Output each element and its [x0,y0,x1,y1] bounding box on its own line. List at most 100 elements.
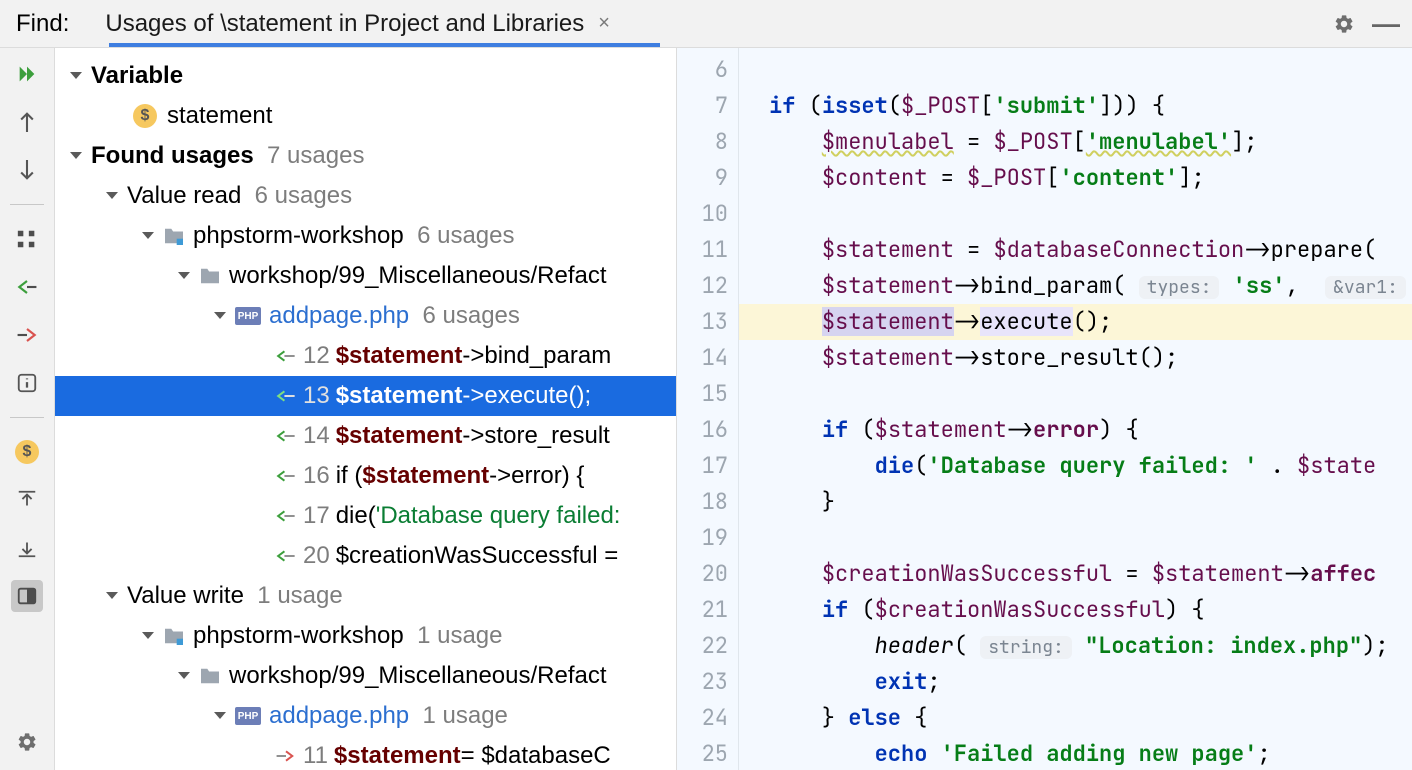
next-occurrence-icon[interactable] [11,154,43,186]
chevron-down-icon[interactable] [101,585,123,607]
chevron-down-icon[interactable] [209,305,231,327]
variable-name: statement [167,102,272,130]
line-number: 11 [303,742,328,770]
preview-icon[interactable] [11,580,43,612]
usage-var: $statement [336,422,463,450]
usage-row[interactable]: 11 $statement = $databaseC [55,736,676,770]
php-file-icon: PHP [235,707,261,725]
group-by-icon[interactable] [11,223,43,255]
read-arrow-icon [275,468,297,484]
tree-node-file-write[interactable]: PHP addpage.php 1 usage [55,696,676,736]
expand-all-icon[interactable] [11,484,43,516]
minimize-icon[interactable]: — [1372,10,1400,38]
php-file-icon: PHP [235,307,261,325]
tree-node-project-write[interactable]: phpstorm-workshop 1 usage [55,616,676,656]
folder-icon [163,627,185,645]
tree-node-project-read[interactable]: phpstorm-workshop 6 usages [55,216,676,256]
tab-title: Usages of \statement in Project and Libr… [105,10,584,38]
chevron-down-icon[interactable] [65,65,87,87]
usage-row[interactable]: 17 die('Database query failed: [55,496,676,536]
usage-var: $statement [336,382,463,410]
usage-row[interactable]: 12 $statement->bind_param [55,336,676,376]
project-name: phpstorm-workshop [193,222,404,250]
value-write-count: 1 usage [257,582,342,610]
dollar-icon[interactable]: $ [11,436,43,468]
usage-var: $statement [362,462,489,490]
line-number: 13 [303,382,330,410]
usage-str: 'Database query failed: [376,502,621,530]
value-read-count: 6 usages [255,182,352,210]
file-read-count: 6 usages [423,302,520,330]
project-read-count: 6 usages [417,222,514,250]
usage-var: $statement [334,742,461,770]
usage-rest: ->error) { [489,462,584,490]
tree-node-found-usages[interactable]: Found usages 7 usages [55,136,676,176]
project-write-count: 1 usage [417,622,502,650]
chevron-down-icon[interactable] [65,145,87,167]
find-usages-tool-window: Find: Usages of \statement in Project an… [0,0,1412,770]
found-usages-count: 7 usages [267,142,364,170]
chevron-down-icon[interactable] [173,265,195,287]
chevron-down-icon[interactable] [137,225,159,247]
close-tab-icon[interactable]: × [598,12,610,35]
usage-rest: ->bind_param [462,342,611,370]
value-write-label: Value write [127,582,244,610]
chevron-down-icon[interactable] [101,185,123,207]
usage-row[interactable]: 16 if ($statement->error) { [55,456,676,496]
found-usages-label: Found usages [91,142,254,170]
file-name: addpage.php [269,302,409,330]
code-area[interactable]: if (isset($_POST['submit'])) { $menulabe… [739,48,1412,770]
folder-icon [199,667,221,685]
usage-row[interactable]: 20 $creationWasSuccessful = [55,536,676,576]
line-gutter: 678910111213141516171819202122232425 [677,48,739,770]
write-arrow-icon [275,748,297,764]
code-preview[interactable]: 678910111213141516171819202122232425 if … [677,48,1412,770]
tree-node-folder[interactable]: workshop/99_Miscellaneous/Refact [55,656,676,696]
line-number: 17 [303,502,330,530]
tree-node-value-read[interactable]: Value read 6 usages [55,176,676,216]
rerun-icon[interactable] [11,58,43,90]
usage-rest: ->store_result [462,422,609,450]
active-tab-indicator [109,43,660,47]
value-read-label: Value read [127,182,241,210]
chevron-down-icon[interactable] [209,705,231,727]
previous-occurrence-icon[interactable] [11,106,43,138]
line-number: 20 [303,542,330,570]
tree-node-folder[interactable]: workshop/99_Miscellaneous/Refact [55,256,676,296]
usage-row[interactable]: 14 $statement->store_result [55,416,676,456]
project-name: phpstorm-workshop [193,622,404,650]
chevron-down-icon[interactable] [137,625,159,647]
tree-node-variable-heading[interactable]: Variable [55,56,676,96]
line-number: 16 [303,462,330,490]
header-bar: Find: Usages of \statement in Project an… [0,0,1412,48]
usages-tree[interactable]: Variable $ statement Found usages 7 usag… [55,48,677,770]
info-icon[interactable] [11,367,43,399]
file-write-count: 1 usage [423,702,508,730]
usage-prefix: die( [336,502,376,530]
read-arrow-icon [275,508,297,524]
folder-path: workshop/99_Miscellaneous/Refact [229,662,607,690]
read-arrow-icon [275,428,297,444]
read-arrow-icon [275,548,297,564]
show-read-access-icon[interactable] [11,271,43,303]
line-number: 12 [303,342,330,370]
read-arrow-icon [275,388,297,404]
tree-node-value-write[interactable]: Value write 1 usage [55,576,676,616]
folder-icon [199,267,221,285]
usage-plain: $creationWasSuccessful = [336,542,619,570]
tree-node-variable-name[interactable]: $ statement [55,96,676,136]
variable-icon: $ [133,104,157,128]
chevron-down-icon[interactable] [173,665,195,687]
usage-prefix: if ( [336,462,363,490]
usage-row-selected[interactable]: 13 $statement->execute(); [55,376,676,416]
usages-tab[interactable]: Usages of \statement in Project and Libr… [99,10,616,38]
settings-icon[interactable] [11,726,43,758]
find-label: Find: [16,10,69,38]
usage-var: $statement [336,342,463,370]
side-toolbar: $ [0,48,55,770]
show-write-access-icon[interactable] [11,319,43,351]
tree-node-file-read[interactable]: PHP addpage.php 6 usages [55,296,676,336]
file-name: addpage.php [269,702,409,730]
collapse-all-icon[interactable] [11,532,43,564]
gear-icon[interactable] [1330,10,1358,38]
